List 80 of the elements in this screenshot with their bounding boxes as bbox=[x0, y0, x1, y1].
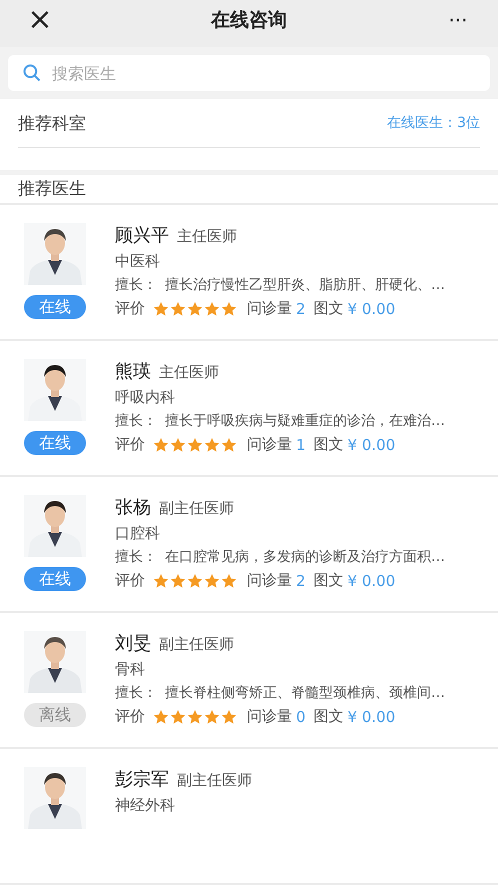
star-icon bbox=[204, 572, 220, 588]
page-title: 在线咨询 bbox=[211, 8, 287, 34]
expertise-label: 擅长： bbox=[115, 276, 157, 294]
status-badge: 在线 bbox=[24, 567, 86, 591]
star-icon bbox=[221, 436, 237, 452]
price: ¥ 0.00 bbox=[348, 300, 396, 318]
status-badge: 离线 bbox=[24, 703, 86, 727]
consult-count: 0 bbox=[296, 708, 306, 726]
star-icon bbox=[187, 572, 203, 588]
search-icon bbox=[22, 63, 42, 84]
department: 中医科 bbox=[115, 252, 160, 271]
expertise-label: 擅长： bbox=[115, 684, 157, 702]
star-icon bbox=[170, 300, 186, 316]
expertise-label: 擅长： bbox=[115, 548, 157, 566]
consult-label: 问诊量 bbox=[247, 299, 292, 318]
star-icon bbox=[170, 572, 186, 588]
department: 口腔科 bbox=[115, 524, 160, 543]
expertise-label: 擅长： bbox=[115, 412, 157, 430]
service-type: 图文 bbox=[314, 707, 344, 726]
service-type: 图文 bbox=[314, 299, 344, 318]
section-title: 推荐医生 bbox=[18, 178, 86, 200]
doctor-name: 刘旻 bbox=[115, 632, 151, 655]
expertise-text: 擅长脊柱侧弯矫正、脊髓型颈椎病、颈椎间… bbox=[165, 684, 445, 702]
doctor-card[interactable]: 在线 张杨 副主任医师 口腔科 擅长： 在口腔常见病，多发病的诊断及治疗方面积… 评价 问诊量 2 图文 ¥ 0.00 bbox=[0, 477, 498, 613]
star-icon bbox=[187, 300, 203, 316]
consult-count: 2 bbox=[296, 572, 306, 590]
doctor-name: 熊瑛 bbox=[115, 360, 151, 383]
consult-label: 问诊量 bbox=[247, 435, 292, 454]
service-type: 图文 bbox=[314, 435, 344, 454]
expertise-text: 擅长于呼吸疾病与疑难重症的诊治，在难治… bbox=[165, 412, 445, 430]
star-icon bbox=[221, 300, 237, 316]
doctor-card[interactable]: 在线 顾兴平 主任医师 中医科 擅长： 擅长治疗慢性乙型肝炎、脂肪肝、肝硬化、… 评价 问诊量 2 图文 ¥ 0.00 bbox=[0, 205, 498, 341]
department: 呼吸内科 bbox=[115, 388, 175, 407]
doctor-title: 副主任医师 bbox=[159, 635, 234, 654]
doctor-card[interactable]: 彭宗军 副主任医师 神经外科 bbox=[0, 749, 498, 885]
rating-label: 评价 bbox=[115, 571, 145, 590]
star-icon bbox=[170, 708, 186, 724]
consult-count: 1 bbox=[296, 436, 306, 454]
star-icon bbox=[204, 436, 220, 452]
consult-label: 问诊量 bbox=[247, 571, 292, 590]
online-count: 在线医生：3位 bbox=[387, 114, 480, 132]
section-title: 推荐科室 bbox=[18, 112, 86, 135]
rating-label: 评价 bbox=[115, 707, 145, 726]
star-icon bbox=[204, 708, 220, 724]
price: ¥ 0.00 bbox=[348, 436, 396, 454]
more-button[interactable]: ··· bbox=[440, 5, 476, 36]
price: ¥ 0.00 bbox=[348, 708, 396, 726]
star-icon bbox=[187, 708, 203, 724]
star-icon bbox=[153, 572, 169, 588]
doctor-name: 张杨 bbox=[115, 496, 151, 519]
doctor-card[interactable]: 离线 刘旻 副主任医师 骨科 擅长： 擅长脊柱侧弯矫正、脊髓型颈椎病、颈椎间… 评价 问诊量 0 图文 ¥ 0.00 bbox=[0, 613, 498, 749]
star-icon bbox=[204, 300, 220, 316]
doctor-name: 彭宗军 bbox=[115, 768, 169, 791]
search-bar[interactable]: 搜索医生 bbox=[8, 55, 490, 92]
rating-label: 评价 bbox=[115, 299, 145, 318]
department: 骨科 bbox=[115, 660, 145, 679]
department: 神经外科 bbox=[115, 796, 175, 815]
star-icon bbox=[153, 708, 169, 724]
star-icon bbox=[153, 300, 169, 316]
doctor-title: 副主任医师 bbox=[177, 771, 252, 790]
star-icon bbox=[187, 436, 203, 452]
rating-label: 评价 bbox=[115, 435, 145, 454]
star-icon bbox=[221, 572, 237, 588]
star-icon bbox=[170, 436, 186, 452]
status-badge: 在线 bbox=[24, 431, 86, 455]
service-type: 图文 bbox=[314, 571, 344, 590]
price: ¥ 0.00 bbox=[348, 572, 396, 590]
star-icon bbox=[153, 436, 169, 452]
expertise-text: 在口腔常见病，多发病的诊断及治疗方面积… bbox=[165, 548, 445, 566]
doctor-card[interactable]: 在线 熊瑛 主任医师 呼吸内科 擅长： 擅长于呼吸疾病与疑难重症的诊治，在难治… 评价 问诊量 1 图文 ¥ 0.00 bbox=[0, 341, 498, 477]
consult-count: 2 bbox=[296, 300, 306, 318]
status-badge: 在线 bbox=[24, 295, 86, 319]
doctor-name: 顾兴平 bbox=[115, 224, 169, 247]
doctor-title: 主任医师 bbox=[177, 227, 237, 246]
consult-label: 问诊量 bbox=[247, 707, 292, 726]
star-icon bbox=[221, 708, 237, 724]
doctor-title: 副主任医师 bbox=[159, 499, 234, 518]
doctor-title: 主任医师 bbox=[159, 363, 219, 382]
expertise-text: 擅长治疗慢性乙型肝炎、脂肪肝、肝硬化、… bbox=[165, 276, 445, 294]
close-button[interactable]: × bbox=[22, 5, 58, 36]
